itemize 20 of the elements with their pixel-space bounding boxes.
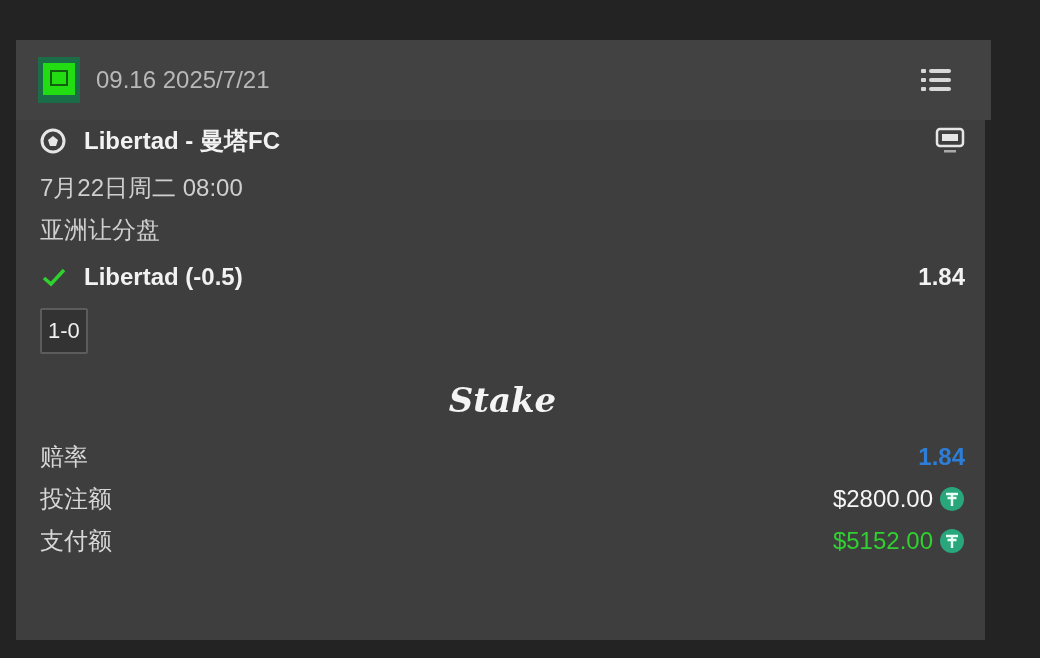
coin-icon xyxy=(939,528,965,554)
payout-amount: $5152.00 xyxy=(832,527,933,555)
summary-label: 支付额 xyxy=(40,526,112,556)
odds-value: 1.84 xyxy=(918,443,965,471)
soccer-ball-icon xyxy=(40,128,66,154)
coin-icon xyxy=(939,486,965,512)
selection-name: Libertad (-0.5) xyxy=(84,263,243,291)
stake-amount: $2800.00 xyxy=(832,485,933,513)
menu-icon[interactable] xyxy=(921,68,951,92)
bet-time: 09.16 2025/7/21 xyxy=(96,66,271,94)
summary-label: 投注额 xyxy=(40,484,112,514)
score-badge: 1-0 xyxy=(40,308,88,354)
app-icon xyxy=(38,57,80,103)
brand-logo: Stake xyxy=(448,380,557,422)
market-name: 亚洲让分盘 xyxy=(40,215,161,245)
summary-label: 赔率 xyxy=(40,442,88,472)
scoreboard-icon[interactable] xyxy=(935,126,965,156)
match-date: 7月22日周二 08:00 xyxy=(40,173,244,203)
match-title: Libertad - 曼塔FC xyxy=(84,126,280,156)
selection-odds: 1.84 xyxy=(918,263,965,291)
